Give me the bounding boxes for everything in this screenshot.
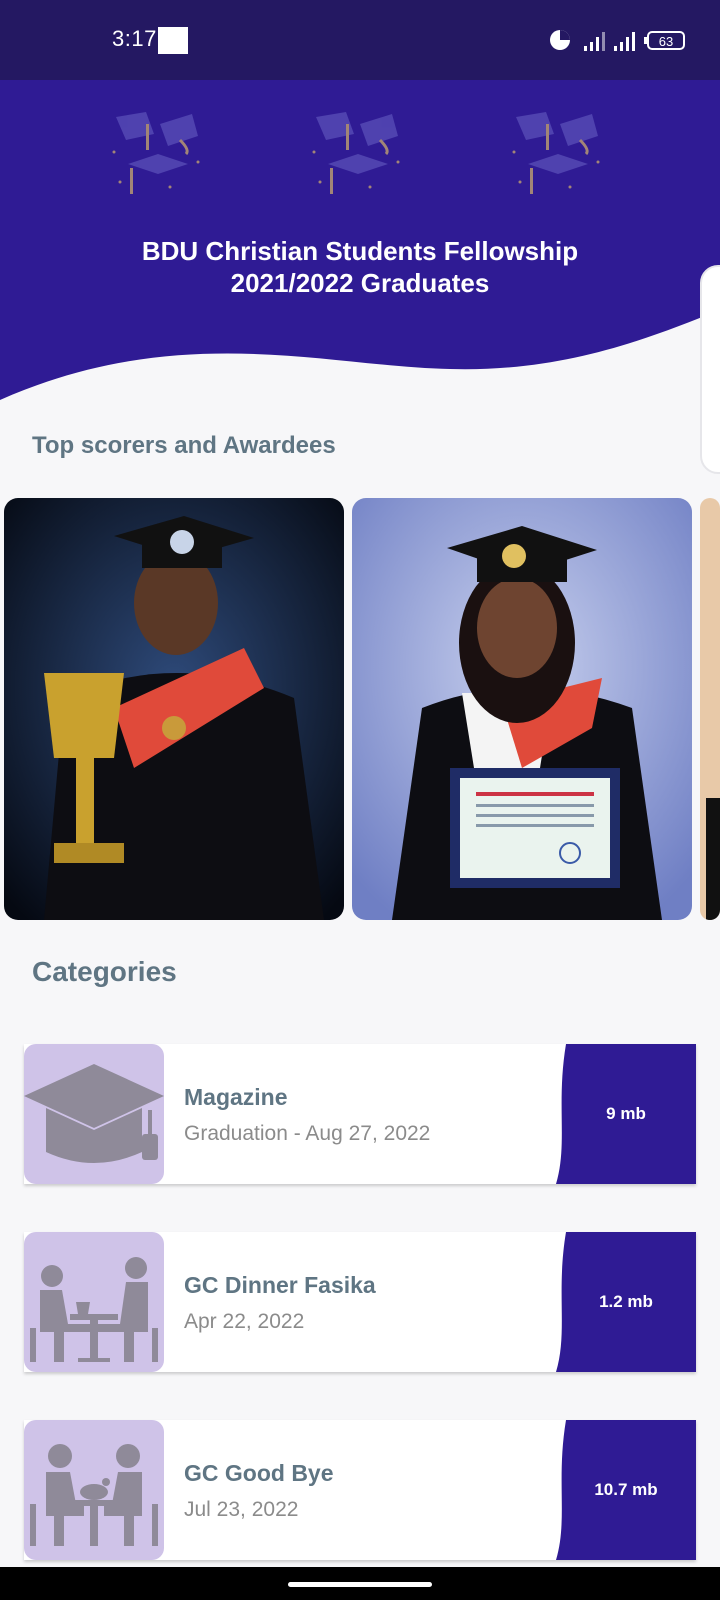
system-navigation-bar [0, 1567, 720, 1600]
status-bar: 3:17 63 [0, 0, 720, 80]
signal-icon [584, 32, 605, 51]
awardee-photo-2[interactable] [352, 498, 692, 920]
category-date: Graduation - Aug 27, 2022 [184, 1122, 431, 1145]
graduation-caps-icon [512, 112, 600, 194]
awardee-photo-3[interactable] [700, 498, 720, 920]
graduation-caps-icon [312, 112, 400, 194]
category-thumbnail [24, 1420, 164, 1560]
category-name: GC Good Bye [184, 1460, 334, 1486]
graduate-with-certificate-image [352, 498, 692, 920]
awards-section-title: Top scorers and Awardees [32, 432, 336, 459]
category-card-gc-good-bye[interactable]: GC Good Bye Jul 23, 2022 10.7 mb [24, 1420, 696, 1560]
graduate-with-trophy-image [4, 498, 344, 920]
category-card-gc-dinner-fasika[interactable]: GC Dinner Fasika Apr 22, 2022 1.2 mb [24, 1232, 696, 1372]
graduation-cap-icon [24, 1064, 164, 1163]
header-banner: BDU Christian Students Fellowship 2021/2… [0, 80, 720, 410]
status-icons: 63 [548, 25, 698, 55]
category-thumbnail [24, 1232, 164, 1372]
page-title-line1: BDU Christian Students Fellowship [141, 236, 579, 266]
awardee-photo-1[interactable] [4, 498, 344, 920]
category-size: 9 mb [606, 1104, 646, 1123]
page-title-line2: 2021/2022 Graduates [230, 268, 490, 298]
signal-icon [614, 32, 635, 51]
category-size: 1.2 mb [599, 1292, 653, 1311]
category-size: 10.7 mb [594, 1480, 658, 1499]
pie-icon [550, 30, 570, 50]
dining-couple-icon [30, 1444, 158, 1546]
notification-square-icon [158, 27, 188, 54]
category-name: Magazine [184, 1084, 288, 1110]
side-drawer-handle[interactable] [700, 265, 720, 474]
home-gesture-handle[interactable] [288, 1582, 432, 1587]
category-name: GC Dinner Fasika [184, 1272, 376, 1298]
page-title: BDU Christian Students Fellowship 2021/2… [60, 235, 660, 299]
category-date: Jul 23, 2022 [184, 1498, 299, 1521]
graduation-caps-icon [112, 112, 200, 194]
dinner-table-icon [30, 1257, 158, 1362]
category-thumbnail [24, 1044, 164, 1184]
category-date: Apr 22, 2022 [184, 1310, 305, 1333]
categories-section-title: Categories [32, 956, 177, 987]
status-time: 3:17 [112, 26, 157, 51]
battery-level: 63 [659, 34, 673, 49]
graduate-partial-image [700, 498, 720, 920]
category-card-magazine[interactable]: Magazine Graduation - Aug 27, 2022 9 mb [24, 1044, 696, 1184]
